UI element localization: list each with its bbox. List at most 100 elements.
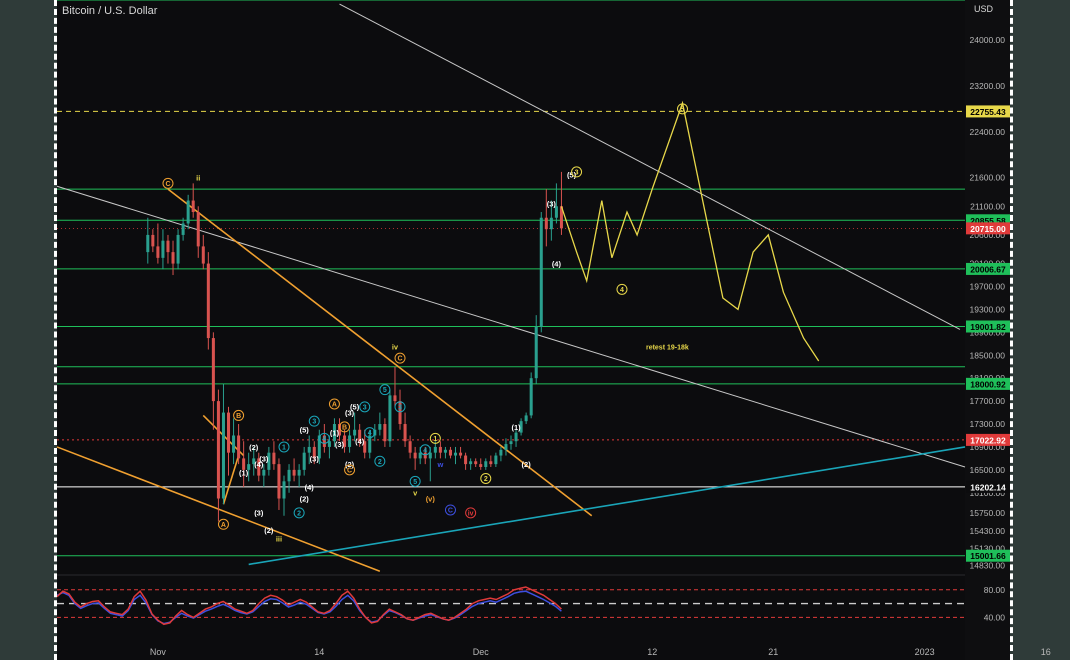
- price-tick-label: 15430.00: [970, 526, 1006, 536]
- level-price-label: 19001.82: [970, 322, 1006, 332]
- time-tick-label: 14: [314, 647, 324, 657]
- wave-label: 4: [423, 447, 427, 454]
- candle-body: [232, 435, 236, 453]
- wave-label: 3: [575, 169, 579, 176]
- candle-body: [393, 395, 397, 402]
- wave-label: (1): [511, 423, 521, 432]
- candle-body: [479, 464, 483, 467]
- candle-body: [262, 469, 266, 476]
- candle-body: [348, 435, 352, 447]
- wave-label: (4): [254, 460, 264, 469]
- price-tick-label: 16500.00: [970, 465, 1006, 475]
- candle-body: [196, 212, 200, 247]
- candle-body: [534, 326, 538, 379]
- wave-label: C: [448, 507, 453, 514]
- wave-label: iv: [392, 343, 399, 352]
- candle-body: [191, 200, 195, 213]
- osc-tick-label: 40.00: [984, 612, 1006, 622]
- price-tick-label: 19700.00: [970, 282, 1006, 292]
- candle-body: [378, 424, 382, 430]
- wave-label: (2): [522, 460, 532, 469]
- candle-body: [282, 481, 286, 499]
- wave-label: 5: [383, 387, 387, 394]
- wave-label: iii: [276, 534, 282, 543]
- wave-label: A: [332, 401, 337, 408]
- price-tick-label: 19300.00: [970, 304, 1006, 314]
- candle-body: [464, 455, 468, 465]
- price-tick-label: 18500.00: [970, 350, 1006, 360]
- wave-label: 5: [413, 479, 417, 486]
- candle-body: [453, 452, 458, 456]
- price-tick-label: 22400.00: [970, 127, 1006, 137]
- wave-label: 4: [368, 430, 372, 437]
- wave-label: 5: [681, 106, 685, 113]
- wave-label: (3): [547, 199, 557, 208]
- wave-label: C: [165, 181, 170, 188]
- candle-body: [408, 441, 412, 453]
- candle-body: [383, 424, 387, 442]
- wave-label: 4: [620, 287, 624, 294]
- candle-body: [156, 246, 160, 258]
- candle-body: [413, 452, 417, 459]
- candle-body: [489, 461, 493, 465]
- level-price-label: 15001.66: [970, 551, 1006, 561]
- candle-body: [549, 217, 553, 230]
- wave-label: (5): [300, 426, 310, 435]
- candle-body: [146, 234, 150, 253]
- candle-body: [353, 429, 357, 436]
- candle-body: [206, 263, 210, 339]
- candle-body: [509, 441, 513, 445]
- plot-background: [57, 0, 965, 660]
- candle-body: [307, 446, 311, 453]
- candle-body: [151, 234, 155, 247]
- candle-body: [292, 469, 296, 476]
- time-tick-label: Dec: [473, 647, 490, 657]
- wave-label: C: [347, 467, 352, 474]
- price-tick-label: 17300.00: [970, 419, 1006, 429]
- candle-body: [529, 378, 533, 416]
- wave-label: 1: [282, 444, 286, 451]
- price-tick-label: 21600.00: [970, 173, 1006, 183]
- wave-label: (1): [330, 428, 340, 437]
- price-tick-label: 21100.00: [970, 201, 1005, 211]
- candle-body: [494, 455, 498, 465]
- candle-body: [544, 217, 548, 230]
- candle-body: [524, 415, 528, 422]
- candle-body: [297, 469, 301, 476]
- candle-body: [272, 452, 276, 465]
- level-price-label: 16202.14: [970, 482, 1006, 492]
- time-tick-label: 12: [647, 647, 657, 657]
- currency-label: USD: [974, 4, 994, 14]
- wave-label: (2): [300, 494, 310, 503]
- candle-body: [181, 223, 185, 235]
- time-tick-label: Nov: [150, 647, 167, 657]
- level-price-label: 17022.92: [970, 435, 1006, 445]
- candle-body: [469, 461, 473, 465]
- candle-body: [221, 412, 225, 499]
- btc-chart[interactable]: Bitcoin / U.S. Dollar USD 24000.00 23200.00…: [0, 0, 1070, 660]
- wave-label: ii: [196, 173, 200, 182]
- candle-body: [433, 446, 437, 453]
- candle-body: [216, 401, 220, 499]
- wave-label: 2: [378, 459, 382, 466]
- wave-label: (4): [355, 437, 365, 446]
- wave-label: 3: [398, 404, 402, 411]
- left-dashed-border: [54, 0, 57, 660]
- candle-body: [403, 424, 407, 442]
- price-tick-label: 23200.00: [970, 81, 1006, 91]
- wave-label: (3): [335, 440, 345, 449]
- retest-annotation: retest 19-18k: [646, 345, 689, 352]
- candle-body: [388, 395, 392, 442]
- candle-body: [211, 338, 215, 402]
- wave-label: 1: [433, 436, 437, 443]
- price-tick-label: 17700.00: [970, 396, 1006, 406]
- wave-label: iv: [468, 510, 474, 517]
- wave-label: w: [436, 460, 443, 469]
- wave-label: (4): [552, 259, 562, 268]
- price-tick-label: 15750.00: [970, 508, 1006, 518]
- level-price-label: 20715.00: [970, 224, 1006, 234]
- wave-label: 3: [312, 419, 316, 426]
- wave-label: A: [221, 522, 226, 529]
- price-tick-label: 14830.00: [970, 561, 1006, 571]
- candle-body: [514, 432, 518, 442]
